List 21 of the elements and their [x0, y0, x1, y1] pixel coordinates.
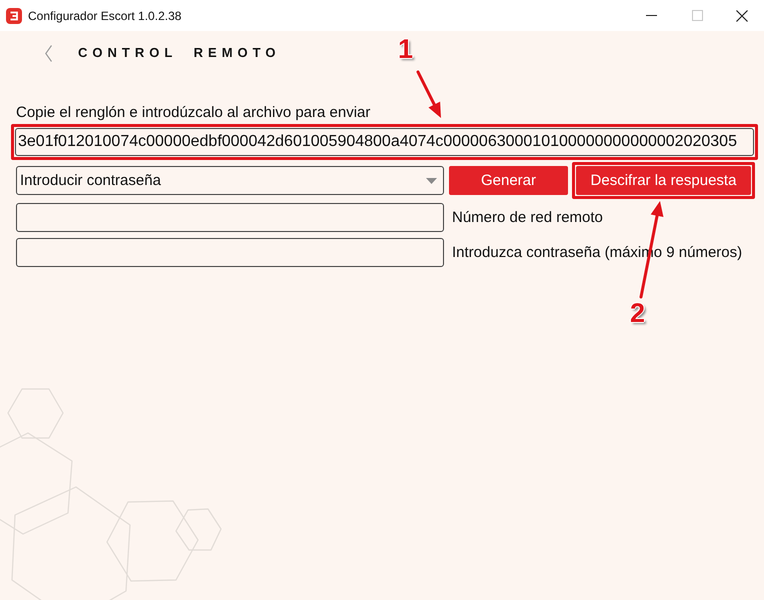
request-label: Copie el renglón e introdúzcalo al archivo para enviar — [16, 104, 370, 122]
text-input-field[interactable] — [16, 238, 444, 267]
request-code-field[interactable]: 3e01f012010074c00000edbf000042d601005904800a4074c000006300010100000000000002020305 — [15, 128, 754, 156]
chevron-left-icon — [44, 44, 52, 62]
callout-number: 1 — [398, 35, 414, 63]
mode-dropdown[interactable]: Introducir contraseña — [16, 166, 444, 195]
back-button[interactable] — [43, 44, 53, 62]
field-label: Número de red remoto — [452, 208, 603, 226]
request-code-text: 3e01f012010074c00000edbf000042d601005904800a4074c000006300010100000000000002020305 — [18, 132, 737, 152]
page-title: CONTROL REMOTO — [78, 45, 280, 61]
dropdown-caret-icon — [426, 178, 437, 184]
action-button[interactable]: Descifrar la respuesta — [576, 166, 751, 195]
minimize-icon — [646, 15, 656, 16]
action-button[interactable]: Generar — [449, 166, 568, 195]
text-input-field[interactable] — [16, 203, 444, 232]
close-icon — [736, 10, 748, 22]
annotation-arrow — [416, 70, 441, 118]
maximize-icon — [692, 10, 702, 21]
window-title: Configurador Escort 1.0.2.38 — [28, 8, 182, 24]
app-logo-icon — [6, 8, 22, 24]
callout-number: 2 — [630, 299, 646, 327]
